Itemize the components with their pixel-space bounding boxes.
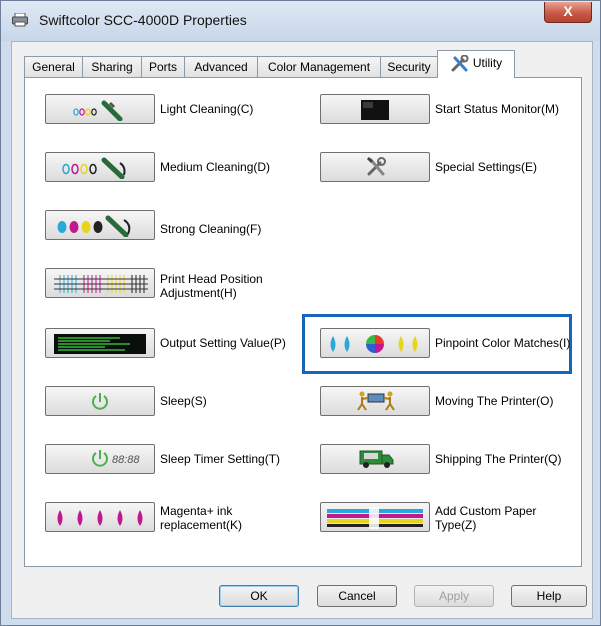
magenta-ink-replacement-button[interactable] — [45, 502, 155, 532]
magenta-drops-icon — [57, 510, 143, 526]
add-custom-paper-type-label-line2: Type(Z) — [435, 518, 477, 532]
print-head-adjustment-label: Print Head Position Adjustment(H) — [160, 272, 263, 300]
add-custom-paper-type-label: Add Custom Paper Type(Z) — [435, 504, 536, 532]
sleep-button[interactable] — [45, 386, 155, 416]
moving-the-printer-label: Moving The Printer(O) — [435, 394, 554, 408]
window-title: Swiftcolor SCC-4000D Properties — [39, 12, 247, 28]
output-terminal-icon — [54, 334, 146, 354]
shipping-the-printer-button[interactable] — [320, 444, 430, 474]
light-cleaning-label: Light Cleaning(C) — [160, 102, 254, 116]
strong-cleaning-icon — [57, 215, 131, 237]
cancel-button[interactable]: Cancel — [317, 585, 397, 607]
light-cleaning-icon — [73, 100, 123, 121]
print-head-adjustment-label-line1: Print Head Position — [160, 272, 263, 286]
add-custom-paper-type-button[interactable] — [320, 502, 430, 532]
output-setting-value-button[interactable] — [45, 328, 155, 358]
sleep-timer-setting-button[interactable]: 88:88 — [45, 444, 155, 474]
tab-utility[interactable]: Utility — [437, 50, 515, 78]
add-custom-paper-type-label-line1: Add Custom Paper — [435, 504, 537, 518]
power-timer-icon — [92, 450, 108, 467]
color-wheel-drops-icon — [330, 335, 418, 353]
tab-ports[interactable]: Ports — [141, 56, 185, 77]
special-settings-button[interactable] — [320, 152, 430, 182]
tools-icon — [451, 54, 469, 72]
start-status-monitor-label: Start Status Monitor(M) — [435, 102, 560, 116]
timer-display: 88:88 — [112, 454, 140, 466]
wrench-screwdriver-icon — [366, 156, 386, 176]
properties-window: Swiftcolor SCC-4000D Properties X Genera… — [0, 0, 601, 626]
sleep-timer-setting-label: Sleep Timer Setting(T) — [160, 452, 281, 466]
help-button[interactable]: Help — [511, 585, 587, 607]
medium-cleaning-button[interactable] — [45, 152, 155, 182]
power-icon — [92, 393, 108, 410]
print-head-adjustment-button[interactable] — [45, 268, 155, 298]
ok-button[interactable]: OK — [219, 585, 299, 607]
tab-sharing[interactable]: Sharing — [82, 56, 142, 77]
output-setting-value-label: Output Setting Value(P) — [160, 336, 286, 350]
title-bar[interactable]: Swiftcolor SCC-4000D Properties X — [1, 1, 600, 41]
strong-cleaning-label: Strong Cleaning(F) — [160, 222, 262, 236]
close-button[interactable]: X — [544, 2, 592, 23]
tab-general[interactable]: General — [24, 56, 83, 77]
print-head-adjustment-label-line2: Adjustment(H) — [160, 286, 237, 300]
utility-panel: Light Cleaning(C) Medium Cleaning(D) Str… — [24, 77, 582, 567]
delivery-truck-icon — [359, 450, 394, 468]
tab-advanced[interactable]: Advanced — [184, 56, 258, 77]
pinpoint-color-matches-button[interactable] — [320, 328, 430, 358]
apply-button[interactable]: Apply — [414, 585, 494, 607]
printer-icon — [12, 13, 28, 27]
tab-color-management[interactable]: Color Management — [257, 56, 381, 77]
tab-utility-label: Utility — [472, 56, 503, 70]
paper-color-bars-icon — [327, 507, 423, 529]
magenta-ink-replacement-label: Magenta+ ink replacement(K) — [160, 504, 242, 532]
moving-the-printer-button[interactable] — [320, 386, 430, 416]
monitor-icon — [361, 100, 389, 120]
people-carrying-printer-icon — [357, 391, 395, 411]
medium-cleaning-icon — [62, 157, 126, 179]
magenta-ink-replacement-label-line2: replacement(K) — [160, 518, 243, 532]
dialog-body: General Sharing Ports Advanced Color Man… — [11, 41, 593, 619]
pinpoint-color-matches-label: Pinpoint Color Matches(I) — [435, 336, 571, 350]
tab-security[interactable]: Security — [380, 56, 438, 77]
start-status-monitor-button[interactable] — [320, 94, 430, 124]
light-cleaning-button[interactable] — [45, 94, 155, 124]
strong-cleaning-button[interactable] — [45, 210, 155, 240]
alignment-pattern-icon — [54, 275, 148, 293]
medium-cleaning-label: Medium Cleaning(D) — [160, 160, 271, 174]
special-settings-label: Special Settings(E) — [435, 160, 538, 174]
shipping-the-printer-label: Shipping The Printer(Q) — [435, 452, 562, 466]
magenta-ink-replacement-label-line1: Magenta+ ink — [160, 504, 233, 518]
sleep-label: Sleep(S) — [160, 394, 207, 408]
